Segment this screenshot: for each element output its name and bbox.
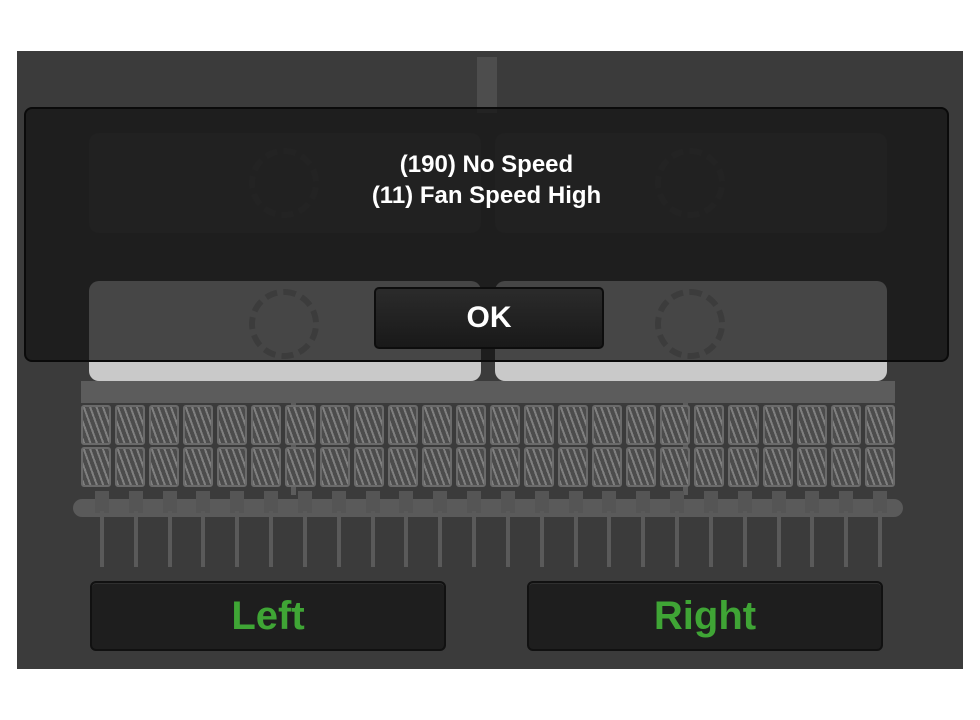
row-unit: [455, 405, 486, 445]
row-unit: [864, 447, 895, 487]
row-shank: [128, 491, 143, 571]
row-shank: [196, 491, 211, 571]
row-units-lower: [81, 447, 895, 487]
row-shank: [839, 491, 854, 571]
row-shank: [636, 491, 651, 571]
row-unit: [728, 447, 759, 487]
row-unit: [81, 447, 112, 487]
row-unit: [387, 447, 418, 487]
alarm-dialog: (190) No Speed (11) Fan Speed High OK: [24, 107, 949, 362]
row-shank: [602, 491, 617, 571]
row-unit: [762, 405, 793, 445]
row-unit: [421, 447, 452, 487]
row-unit: [149, 405, 180, 445]
row-unit: [421, 405, 452, 445]
row-unit: [81, 405, 112, 445]
row-shank: [365, 491, 380, 571]
row-shank: [433, 491, 448, 571]
row-shanks: [85, 491, 897, 571]
row-unit: [728, 405, 759, 445]
row-unit: [830, 405, 861, 445]
row-unit: [558, 447, 589, 487]
row-unit: [285, 447, 316, 487]
row-unit: [183, 447, 214, 487]
hitch-post: [477, 57, 497, 113]
row-unit: [762, 447, 793, 487]
row-shank: [230, 491, 245, 571]
row-unit: [183, 405, 214, 445]
row-unit: [592, 405, 623, 445]
row-shank: [500, 491, 515, 571]
row-unit: [455, 447, 486, 487]
ok-button[interactable]: OK: [374, 287, 604, 349]
row-unit: [251, 447, 282, 487]
row-unit: [660, 405, 691, 445]
row-shank: [399, 491, 414, 571]
row-unit: [353, 405, 384, 445]
row-shank: [534, 491, 549, 571]
row-shank: [94, 491, 109, 571]
row-unit: [558, 405, 589, 445]
row-unit: [489, 447, 521, 487]
row-shank: [297, 491, 312, 571]
row-unit: [592, 447, 623, 487]
row-shank: [162, 491, 177, 571]
ok-button-label: OK: [466, 301, 512, 334]
row-unit: [626, 447, 657, 487]
row-unit: [626, 405, 657, 445]
row-shank: [703, 491, 718, 571]
row-unit: [489, 405, 521, 445]
row-shank: [568, 491, 583, 571]
row-unit: [217, 447, 248, 487]
right-button-label: Right: [653, 593, 757, 638]
row-unit: [149, 447, 180, 487]
row-unit: [115, 405, 146, 445]
alarm-message-1: (190) No Speed: [399, 151, 574, 178]
alarm-message-2: (11) Fan Speed High: [371, 182, 602, 209]
implement-frame-bar: [81, 381, 895, 403]
row-unit: [319, 405, 350, 445]
row-unit: [251, 405, 282, 445]
row-unit: [353, 447, 384, 487]
row-shank: [771, 491, 786, 571]
row-shank: [873, 491, 888, 571]
row-shank: [737, 491, 752, 571]
row-shank: [805, 491, 820, 571]
row-shank: [467, 491, 482, 571]
row-shank: [331, 491, 346, 571]
row-unit: [694, 447, 725, 487]
row-unit: [796, 405, 827, 445]
row-unit: [319, 447, 350, 487]
row-unit: [217, 405, 248, 445]
row-shank: [670, 491, 685, 571]
row-unit: [796, 447, 827, 487]
left-button[interactable]: Left: [90, 581, 446, 651]
row-unit: [524, 405, 555, 445]
row-unit: [660, 447, 691, 487]
row-units-upper: [81, 405, 895, 445]
row-unit: [864, 405, 895, 445]
left-button-label: Left: [231, 593, 305, 638]
right-button[interactable]: Right: [527, 581, 883, 651]
row-unit: [115, 447, 146, 487]
row-unit: [387, 405, 418, 445]
row-shank: [264, 491, 279, 571]
row-unit: [524, 447, 555, 487]
row-unit: [285, 405, 316, 445]
row-unit: [830, 447, 861, 487]
row-unit: [694, 405, 725, 445]
